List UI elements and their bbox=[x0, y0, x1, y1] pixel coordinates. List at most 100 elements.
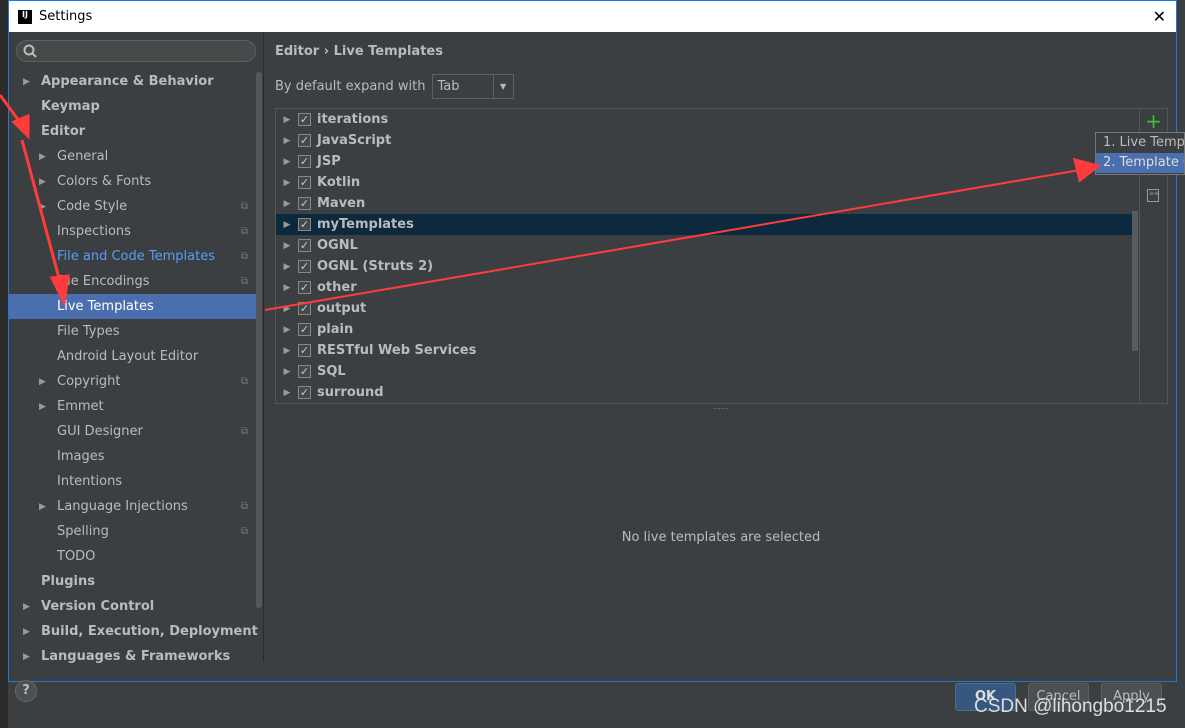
chevron-right-icon[interactable]: ▶ bbox=[23, 77, 30, 87]
group-checkbox[interactable]: ✓ bbox=[298, 176, 311, 189]
chevron-right-icon[interactable]: ▶ bbox=[39, 177, 46, 187]
sidebar-item[interactable]: Plugins bbox=[9, 569, 256, 594]
sidebar-item[interactable]: Intentions bbox=[9, 469, 256, 494]
sidebar-item-label: Live Templates bbox=[57, 299, 154, 314]
chevron-right-icon[interactable]: ▶ bbox=[276, 325, 298, 335]
sidebar-item[interactable]: ▶ General bbox=[9, 144, 256, 169]
group-checkbox[interactable]: ✓ bbox=[298, 218, 311, 231]
chevron-right-icon[interactable]: ▶ bbox=[276, 388, 298, 398]
chevron-right-icon[interactable]: ▶ bbox=[276, 241, 298, 251]
group-checkbox[interactable]: ✓ bbox=[298, 365, 311, 378]
template-group-row[interactable]: ▶ ✓ iterations bbox=[276, 109, 1138, 130]
template-group-row[interactable]: ▶ ✓ RESTful Web Services bbox=[276, 340, 1138, 361]
template-group-row[interactable]: ▶ ✓ other bbox=[276, 277, 1138, 298]
template-group-row[interactable]: ▶ ✓ JavaScript bbox=[276, 130, 1138, 151]
menu-item-live-template[interactable]: 1. Live Template bbox=[1096, 133, 1184, 153]
sidebar-item[interactable]: File Types bbox=[9, 319, 256, 344]
chevron-down-icon[interactable]: ▼ bbox=[23, 127, 30, 137]
group-checkbox[interactable]: ✓ bbox=[298, 323, 311, 336]
menu-item-template-group[interactable]: 2. Template Group... bbox=[1096, 153, 1184, 173]
add-icon[interactable]: + bbox=[1140, 109, 1167, 133]
sidebar-item[interactable]: ▶ Copyright ⧉ bbox=[9, 369, 256, 394]
chevron-right-icon[interactable]: ▶ bbox=[39, 402, 46, 412]
splitter-handle[interactable]: ⋯⋯ bbox=[713, 404, 729, 413]
sidebar-item[interactable]: File and Code Templates ⧉ bbox=[9, 244, 256, 269]
chevron-right-icon[interactable]: ▶ bbox=[276, 199, 298, 209]
chevron-right-icon[interactable]: ▶ bbox=[276, 283, 298, 293]
sidebar-item[interactable]: TODO bbox=[9, 544, 256, 569]
sidebar-item[interactable]: Keymap bbox=[9, 94, 256, 119]
expand-key-select[interactable]: Tab ▼ bbox=[431, 74, 514, 99]
chevron-right-icon[interactable]: ▶ bbox=[39, 202, 46, 212]
copy-template-icon[interactable]: ≡≡ bbox=[1147, 189, 1159, 202]
sidebar-item[interactable]: ▶ Build, Execution, Deployment bbox=[9, 619, 258, 644]
sidebar-item-label: Languages & Frameworks bbox=[41, 649, 231, 664]
chevron-right-icon[interactable]: ▶ bbox=[276, 220, 298, 230]
chevron-right-icon[interactable]: ▶ bbox=[276, 136, 298, 146]
sidebar-item[interactable]: Spelling ⧉ bbox=[9, 519, 256, 544]
group-checkbox[interactable]: ✓ bbox=[298, 260, 311, 273]
template-group-row[interactable]: ▶ ✓ Maven bbox=[276, 193, 1138, 214]
chevron-right-icon[interactable]: ▶ bbox=[23, 627, 30, 637]
help-button[interactable]: ? bbox=[15, 680, 37, 702]
list-scrollbar[interactable] bbox=[1132, 211, 1138, 351]
template-group-row[interactable]: ▶ ✓ output bbox=[276, 298, 1138, 319]
sidebar-item[interactable]: GUI Designer ⧉ bbox=[9, 419, 256, 444]
group-checkbox[interactable]: ✓ bbox=[298, 344, 311, 357]
chevron-right-icon[interactable]: ▶ bbox=[23, 652, 30, 662]
chevron-right-icon[interactable]: ▶ bbox=[276, 367, 298, 377]
sidebar-item[interactable]: Images bbox=[9, 444, 256, 469]
sidebar-scrollbar[interactable] bbox=[256, 72, 262, 608]
group-checkbox[interactable]: ✓ bbox=[298, 155, 311, 168]
search-input[interactable] bbox=[16, 40, 256, 62]
group-checkbox[interactable]: ✓ bbox=[298, 134, 311, 147]
settings-tree: ▶ Appearance & Behavior Keymap ▼ Editor ▶ Gene… bbox=[9, 69, 258, 669]
group-name: Maven bbox=[317, 196, 366, 211]
group-checkbox[interactable]: ✓ bbox=[298, 386, 311, 399]
template-group-row[interactable]: ▶ ✓ JSP bbox=[276, 151, 1138, 172]
template-group-row[interactable]: ▶ ✓ myTemplates bbox=[276, 214, 1138, 235]
group-checkbox[interactable]: ✓ bbox=[298, 239, 311, 252]
chevron-right-icon[interactable]: ▶ bbox=[276, 157, 298, 167]
sidebar-item[interactable]: Android Layout Editor bbox=[9, 344, 256, 369]
intellij-logo-icon: IJ bbox=[18, 9, 32, 24]
template-group-row[interactable]: ▶ ✓ OGNL bbox=[276, 235, 1138, 256]
chevron-right-icon[interactable]: ▶ bbox=[276, 304, 298, 314]
template-group-row[interactable]: ▶ ✓ surround bbox=[276, 382, 1138, 403]
sidebar-item[interactable]: ▶ Language Injections ⧉ bbox=[9, 494, 256, 519]
chevron-right-icon[interactable]: ▶ bbox=[276, 262, 298, 272]
chevron-down-icon[interactable]: ▼ bbox=[492, 75, 513, 98]
group-checkbox[interactable]: ✓ bbox=[298, 113, 311, 126]
sidebar-item[interactable]: Live Templates bbox=[9, 294, 256, 319]
chevron-right-icon[interactable]: ▶ bbox=[276, 178, 298, 188]
template-group-row[interactable]: ▶ ✓ OGNL (Struts 2) bbox=[276, 256, 1138, 277]
sidebar-item[interactable]: File Encodings ⧉ bbox=[9, 269, 256, 294]
sidebar-item[interactable]: Inspections ⧉ bbox=[9, 219, 256, 244]
template-group-row[interactable]: ▶ ✓ SQL bbox=[276, 361, 1138, 382]
group-checkbox[interactable]: ✓ bbox=[298, 281, 311, 294]
group-checkbox[interactable]: ✓ bbox=[298, 197, 311, 210]
sidebar-item[interactable]: ▶ Appearance & Behavior bbox=[9, 69, 256, 94]
group-name: other bbox=[317, 280, 357, 295]
live-templates-panel: Editor › Live Templates By default expan… bbox=[265, 32, 1177, 662]
chevron-right-icon[interactable]: ▶ bbox=[276, 115, 298, 125]
chevron-right-icon[interactable]: ▶ bbox=[39, 502, 46, 512]
template-group-row[interactable]: ▶ ✓ Kotlin bbox=[276, 172, 1138, 193]
sidebar-item[interactable]: ▼ Editor bbox=[9, 119, 256, 144]
chevron-right-icon[interactable]: ▶ bbox=[39, 152, 46, 162]
project-settings-icon: ⧉ bbox=[240, 276, 248, 287]
chevron-right-icon[interactable]: ▶ bbox=[39, 377, 46, 387]
close-icon[interactable]: ✕ bbox=[1153, 7, 1166, 26]
project-settings-icon: ⧉ bbox=[240, 526, 248, 537]
sidebar-item[interactable]: ▶ Code Style ⧉ bbox=[9, 194, 256, 219]
group-checkbox[interactable]: ✓ bbox=[298, 302, 311, 315]
sidebar-item-label: Keymap bbox=[41, 99, 100, 114]
sidebar-item[interactable]: ▶ Version Control bbox=[9, 594, 256, 619]
chevron-right-icon[interactable]: ▶ bbox=[276, 346, 298, 356]
sidebar-item[interactable]: ▶ Emmet bbox=[9, 394, 256, 419]
chevron-right-icon[interactable]: ▶ bbox=[23, 602, 30, 612]
sidebar-item[interactable]: ▶ Colors & Fonts bbox=[9, 169, 256, 194]
template-group-row[interactable]: ▶ ✓ plain bbox=[276, 319, 1138, 340]
background-window-right bbox=[1177, 0, 1185, 728]
sidebar-item[interactable]: ▶ Languages & Frameworks bbox=[9, 644, 256, 669]
